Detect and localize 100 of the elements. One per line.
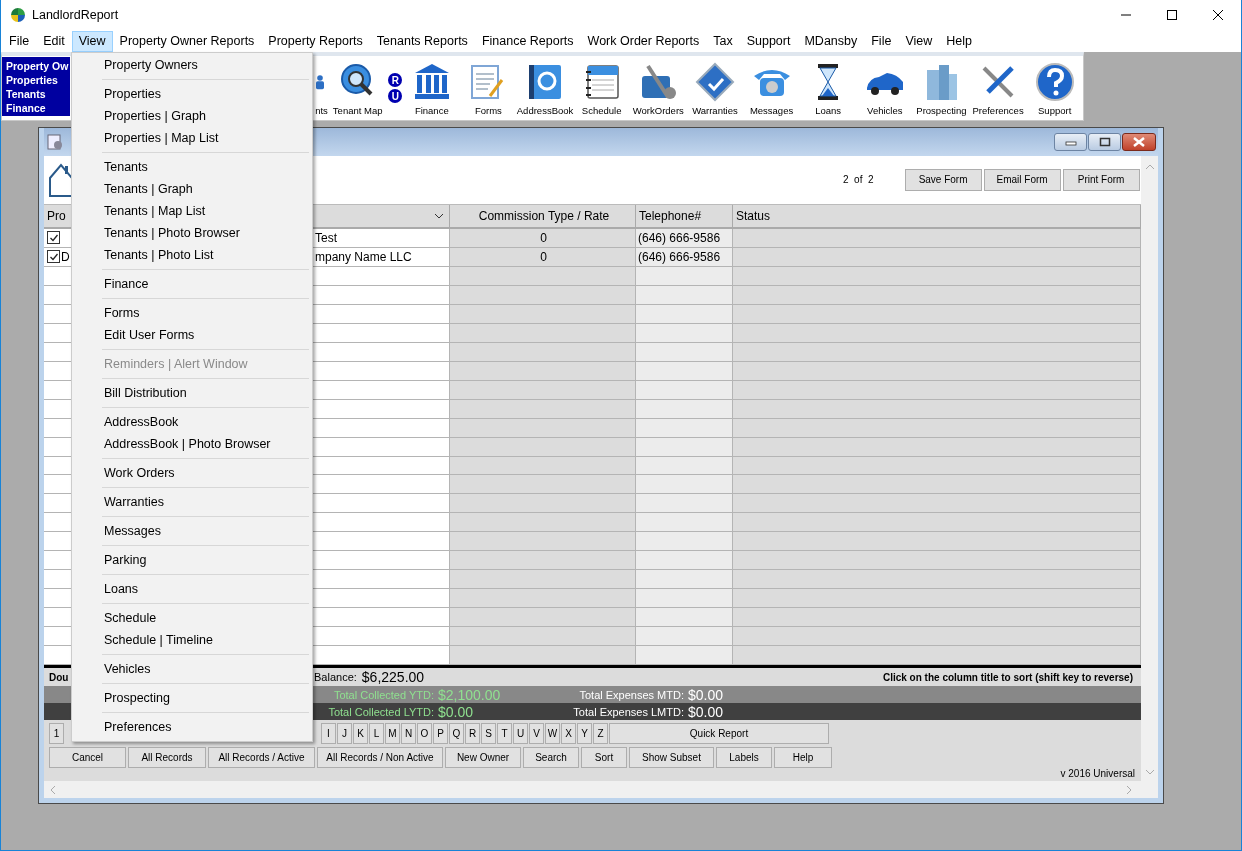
menu-item[interactable]: Warranties — [72, 491, 312, 513]
letter-badge[interactable]: R — [388, 73, 403, 87]
menu-item[interactable]: Work Orders — [72, 462, 312, 484]
column-header[interactable]: Telephone# — [636, 204, 733, 227]
close-button[interactable] — [1122, 133, 1156, 151]
column-header[interactable]: Status — [733, 204, 1141, 227]
menu-item[interactable]: Loans — [72, 578, 312, 600]
toolbar-button[interactable]: Loans — [799, 56, 857, 120]
toolbar-button[interactable]: Schedule — [573, 56, 630, 120]
menu-item[interactable]: Tenants — [72, 156, 312, 178]
navigation-link[interactable]: Property Ow — [6, 59, 70, 73]
index-key[interactable]: Y — [577, 723, 592, 745]
menu-item[interactable]: View — [898, 30, 940, 52]
menu-item[interactable]: Properties | Map List — [72, 127, 312, 149]
menu-item[interactable]: Tenants | Photo Browser — [72, 222, 312, 244]
record-button[interactable]: All Records / Active — [208, 747, 315, 769]
record-button[interactable]: Help — [774, 747, 832, 769]
chevron-left-icon[interactable] — [50, 784, 56, 795]
quick-report-button[interactable]: Quick Report — [609, 723, 829, 745]
record-button[interactable]: Show Subset — [629, 747, 714, 769]
navigation-link[interactable]: Properties — [6, 73, 70, 87]
index-key[interactable]: I — [321, 723, 336, 745]
toolbar-button[interactable]: Forms — [460, 56, 517, 120]
toolbar-button[interactable]: Tenant Map — [327, 56, 388, 120]
menu-item[interactable]: Property Owner Reports — [112, 30, 262, 52]
menu-item[interactable]: Tenants | Map List — [72, 200, 312, 222]
chevron-up-icon[interactable] — [1144, 164, 1155, 170]
menu-item[interactable]: Support — [739, 30, 798, 52]
record-button[interactable]: All Records / Non Active — [317, 747, 443, 769]
index-key[interactable]: T — [497, 723, 512, 745]
menu-item[interactable]: View — [71, 30, 113, 52]
horizontal-scrollbar[interactable] — [44, 781, 1158, 798]
menu-item[interactable]: Tax — [706, 30, 740, 52]
menu-item[interactable]: Prospecting — [72, 687, 312, 709]
menu-item[interactable]: Work Order Reports — [580, 30, 707, 52]
menu-item[interactable]: MDansby — [797, 30, 865, 52]
checkbox[interactable] — [47, 231, 60, 245]
toolbar-button[interactable]: WorkOrders — [630, 56, 687, 120]
index-key[interactable]: J — [337, 723, 352, 745]
menu-item[interactable]: File — [2, 30, 37, 52]
menu-item[interactable]: Tenants | Graph — [72, 178, 312, 200]
index-key[interactable]: S — [481, 723, 496, 745]
toolbar-button[interactable]: Warranties — [686, 56, 744, 120]
menu-item[interactable]: Bill Distribution — [72, 382, 312, 404]
toolbar-button[interactable]: Messages — [743, 56, 800, 120]
index-key[interactable]: W — [545, 723, 560, 745]
index-key[interactable]: P — [433, 723, 448, 745]
index-key[interactable]: Z — [593, 723, 608, 745]
index-key[interactable]: U — [513, 723, 528, 745]
toolbar-button[interactable]: Support — [1026, 56, 1083, 120]
index-key[interactable]: K — [353, 723, 368, 745]
form-action-button[interactable]: Email Form — [983, 168, 1061, 191]
menu-item[interactable]: File — [864, 30, 899, 52]
navigation-link[interactable]: Tenants — [6, 87, 70, 101]
menu-item[interactable]: Forms — [72, 302, 312, 324]
navigation-link[interactable]: Finance — [6, 101, 70, 115]
form-action-button[interactable]: Save Form — [904, 168, 982, 191]
vertical-scrollbar[interactable] — [1141, 156, 1158, 781]
index-key[interactable]: V — [529, 723, 544, 745]
menu-item[interactable]: AddressBook — [72, 411, 312, 433]
menu-item[interactable]: Schedule — [72, 607, 312, 629]
record-button[interactable]: Cancel — [49, 747, 126, 769]
menu-item[interactable]: Edit — [36, 30, 72, 52]
menu-item[interactable]: Messages — [72, 520, 312, 542]
index-key[interactable]: Q — [449, 723, 464, 745]
index-key[interactable]: R — [465, 723, 480, 745]
index-key[interactable]: L — [369, 723, 384, 745]
menu-item[interactable]: Schedule | Timeline — [72, 629, 312, 651]
menu-item[interactable]: AddressBook | Photo Browser — [72, 433, 312, 455]
chevron-right-icon[interactable] — [1126, 784, 1132, 795]
menu-item[interactable]: Vehicles — [72, 658, 312, 680]
menu-item[interactable]: Preferences — [72, 716, 312, 738]
record-button[interactable]: New Owner — [445, 747, 521, 769]
menu-item[interactable]: Property Reports — [261, 30, 370, 52]
restore-button[interactable] — [1088, 133, 1121, 151]
record-button[interactable]: All Records — [128, 747, 206, 769]
menu-item[interactable]: Parking — [72, 549, 312, 571]
menu-item[interactable]: Help — [939, 30, 979, 52]
menu-item[interactable]: Finance Reports — [474, 30, 581, 52]
index-key[interactable]: 1 — [49, 723, 64, 745]
menu-item[interactable]: Tenants Reports — [369, 30, 475, 52]
toolbar-button[interactable]: Preferences — [969, 56, 1027, 120]
index-key[interactable]: N — [401, 723, 416, 745]
menu-item[interactable]: Edit User Forms — [72, 324, 312, 346]
menu-item[interactable]: Tenants | Photo List — [72, 244, 312, 266]
chevron-down-icon[interactable] — [1144, 769, 1155, 775]
toolbar-button[interactable]: AddressBook — [516, 56, 574, 120]
toolbar-button[interactable]: Prospecting — [913, 56, 970, 120]
record-button[interactable]: Labels — [716, 747, 772, 769]
menu-item[interactable]: Finance — [72, 273, 312, 295]
record-button[interactable]: Sort — [581, 747, 627, 769]
checkbox[interactable] — [47, 250, 60, 264]
index-key[interactable]: O — [417, 723, 432, 745]
toolbar-button[interactable]: Vehicles — [856, 56, 914, 120]
form-action-button[interactable]: Print Form — [1062, 168, 1140, 191]
index-key[interactable]: X — [561, 723, 576, 745]
index-key[interactable]: M — [385, 723, 400, 745]
toolbar-button[interactable]: Finance — [403, 56, 461, 120]
record-button[interactable]: Search — [523, 747, 579, 769]
letter-badge[interactable]: U — [388, 89, 403, 103]
